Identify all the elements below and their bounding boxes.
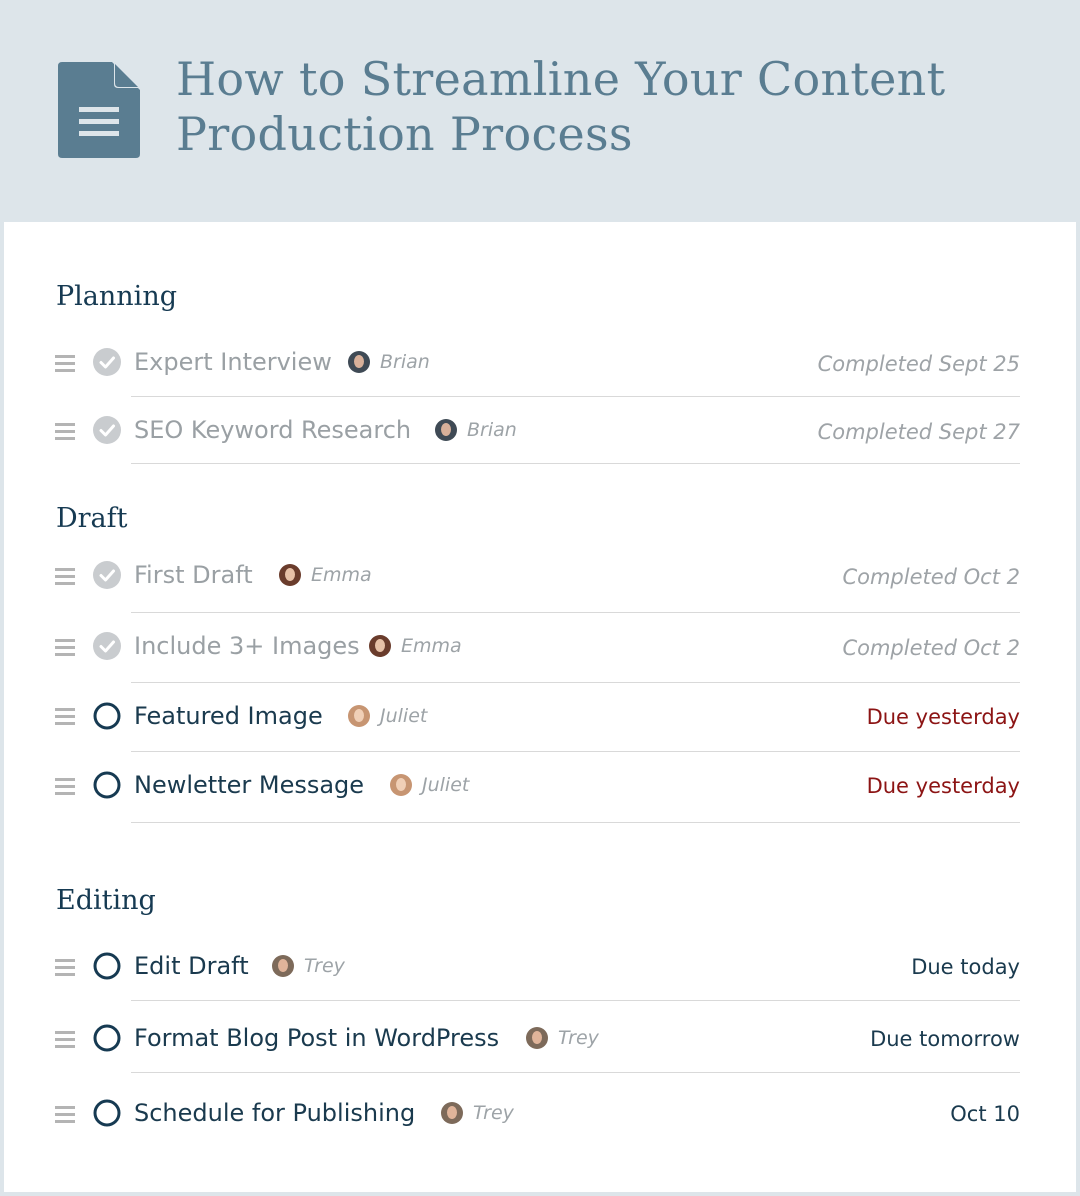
assignee-name: Emma [311, 564, 372, 586]
task-row[interactable]: Expert Interview Brian Completed Sept 25 [4, 328, 1076, 397]
avatar [272, 955, 294, 977]
task-status: Due today [911, 955, 1020, 979]
empty-circle-icon[interactable] [93, 1099, 121, 1127]
assignee[interactable]: Trey [272, 955, 345, 977]
assignee-name: Juliet [422, 774, 470, 796]
checkmark-circle-icon[interactable] [93, 348, 121, 376]
assignee[interactable]: Emma [369, 635, 462, 657]
page-title-line2: Production Process [176, 107, 633, 161]
task-label[interactable]: SEO Keyword Research [134, 415, 411, 445]
assignee-name: Brian [380, 351, 430, 373]
checkmark-circle-icon[interactable] [93, 416, 121, 444]
assignee[interactable]: Brian [435, 419, 517, 441]
assignee-name: Trey [473, 1102, 514, 1124]
task-list-card: Planning Expert Interview Brian Complete… [4, 222, 1076, 1192]
drag-handle-icon[interactable] [55, 708, 75, 725]
task-label[interactable]: Schedule for Publishing [134, 1098, 415, 1128]
task-row[interactable]: First Draft Emma Completed Oct 2 [4, 542, 1076, 613]
avatar [348, 351, 370, 373]
assignee[interactable]: Juliet [348, 705, 427, 727]
assignee-name: Trey [558, 1027, 599, 1049]
task-label[interactable]: Include 3+ Images [134, 631, 360, 661]
divider [131, 463, 1020, 464]
task-label[interactable]: Featured Image [134, 701, 323, 731]
avatar [441, 1102, 463, 1124]
section-title: Planning [56, 281, 177, 312]
page-title: How to Streamline Your Content Productio… [176, 52, 1056, 162]
task-row[interactable]: Include 3+ Images Emma Completed Oct 2 [4, 612, 1076, 683]
task-label[interactable]: Expert Interview [134, 347, 332, 377]
task-label[interactable]: Newletter Message [134, 770, 364, 800]
assignee[interactable]: Brian [348, 351, 430, 373]
page-title-line1: How to Streamline Your Content [176, 52, 946, 106]
task-status: Completed Oct 2 [842, 636, 1020, 660]
assignee[interactable]: Trey [526, 1027, 599, 1049]
task-status: Due yesterday [866, 774, 1020, 798]
avatar [348, 705, 370, 727]
drag-handle-icon[interactable] [55, 1031, 75, 1048]
assignee[interactable]: Emma [279, 564, 372, 586]
task-status: Due tomorrow [870, 1027, 1020, 1051]
avatar [390, 774, 412, 796]
assignee[interactable]: Trey [441, 1102, 514, 1124]
task-status: Oct 10 [950, 1102, 1020, 1126]
task-row[interactable]: Newletter Message Juliet Due yesterday [4, 751, 1076, 823]
task-label[interactable]: Format Blog Post in WordPress [134, 1023, 499, 1053]
empty-circle-icon[interactable] [93, 952, 121, 980]
section-title: Editing [56, 885, 156, 916]
task-status: Completed Sept 25 [817, 352, 1020, 376]
task-row[interactable]: Schedule for Publishing Trey Oct 10 [4, 1078, 1076, 1146]
task-label[interactable]: Edit Draft [134, 951, 249, 981]
divider [131, 822, 1020, 823]
drag-handle-icon[interactable] [55, 568, 75, 585]
drag-handle-icon[interactable] [55, 959, 75, 976]
divider [131, 1000, 1020, 1001]
drag-handle-icon[interactable] [55, 639, 75, 656]
assignee-name: Trey [304, 955, 345, 977]
assignee-name: Juliet [380, 705, 428, 727]
document-icon [58, 62, 140, 158]
task-status: Due yesterday [866, 705, 1020, 729]
task-row[interactable]: SEO Keyword Research Brian Completed Sep… [4, 396, 1076, 464]
task-status: Completed Sept 27 [817, 420, 1020, 444]
task-row[interactable]: Featured Image Juliet Due yesterday [4, 682, 1076, 752]
drag-handle-icon[interactable] [55, 1106, 75, 1123]
avatar [369, 635, 391, 657]
task-row[interactable]: Format Blog Post in WordPress Trey Due t… [4, 1004, 1076, 1073]
empty-circle-icon[interactable] [93, 1024, 121, 1052]
empty-circle-icon[interactable] [93, 771, 121, 799]
divider [131, 1072, 1020, 1073]
task-row[interactable]: Edit Draft Trey Due today [4, 932, 1076, 1001]
drag-handle-icon[interactable] [55, 355, 75, 372]
drag-handle-icon[interactable] [55, 778, 75, 795]
section-title: Draft [56, 503, 128, 534]
checkmark-circle-icon[interactable] [93, 632, 121, 660]
task-status: Completed Oct 2 [842, 565, 1020, 589]
task-label[interactable]: First Draft [134, 560, 253, 590]
assignee-name: Emma [401, 635, 462, 657]
page-header: How to Streamline Your Content Productio… [0, 0, 1080, 222]
drag-handle-icon[interactable] [55, 423, 75, 440]
empty-circle-icon[interactable] [93, 702, 121, 730]
checkmark-circle-icon[interactable] [93, 561, 121, 589]
avatar [435, 419, 457, 441]
avatar [526, 1027, 548, 1049]
avatar [279, 564, 301, 586]
assignee-name: Brian [467, 419, 517, 441]
assignee[interactable]: Juliet [390, 774, 469, 796]
